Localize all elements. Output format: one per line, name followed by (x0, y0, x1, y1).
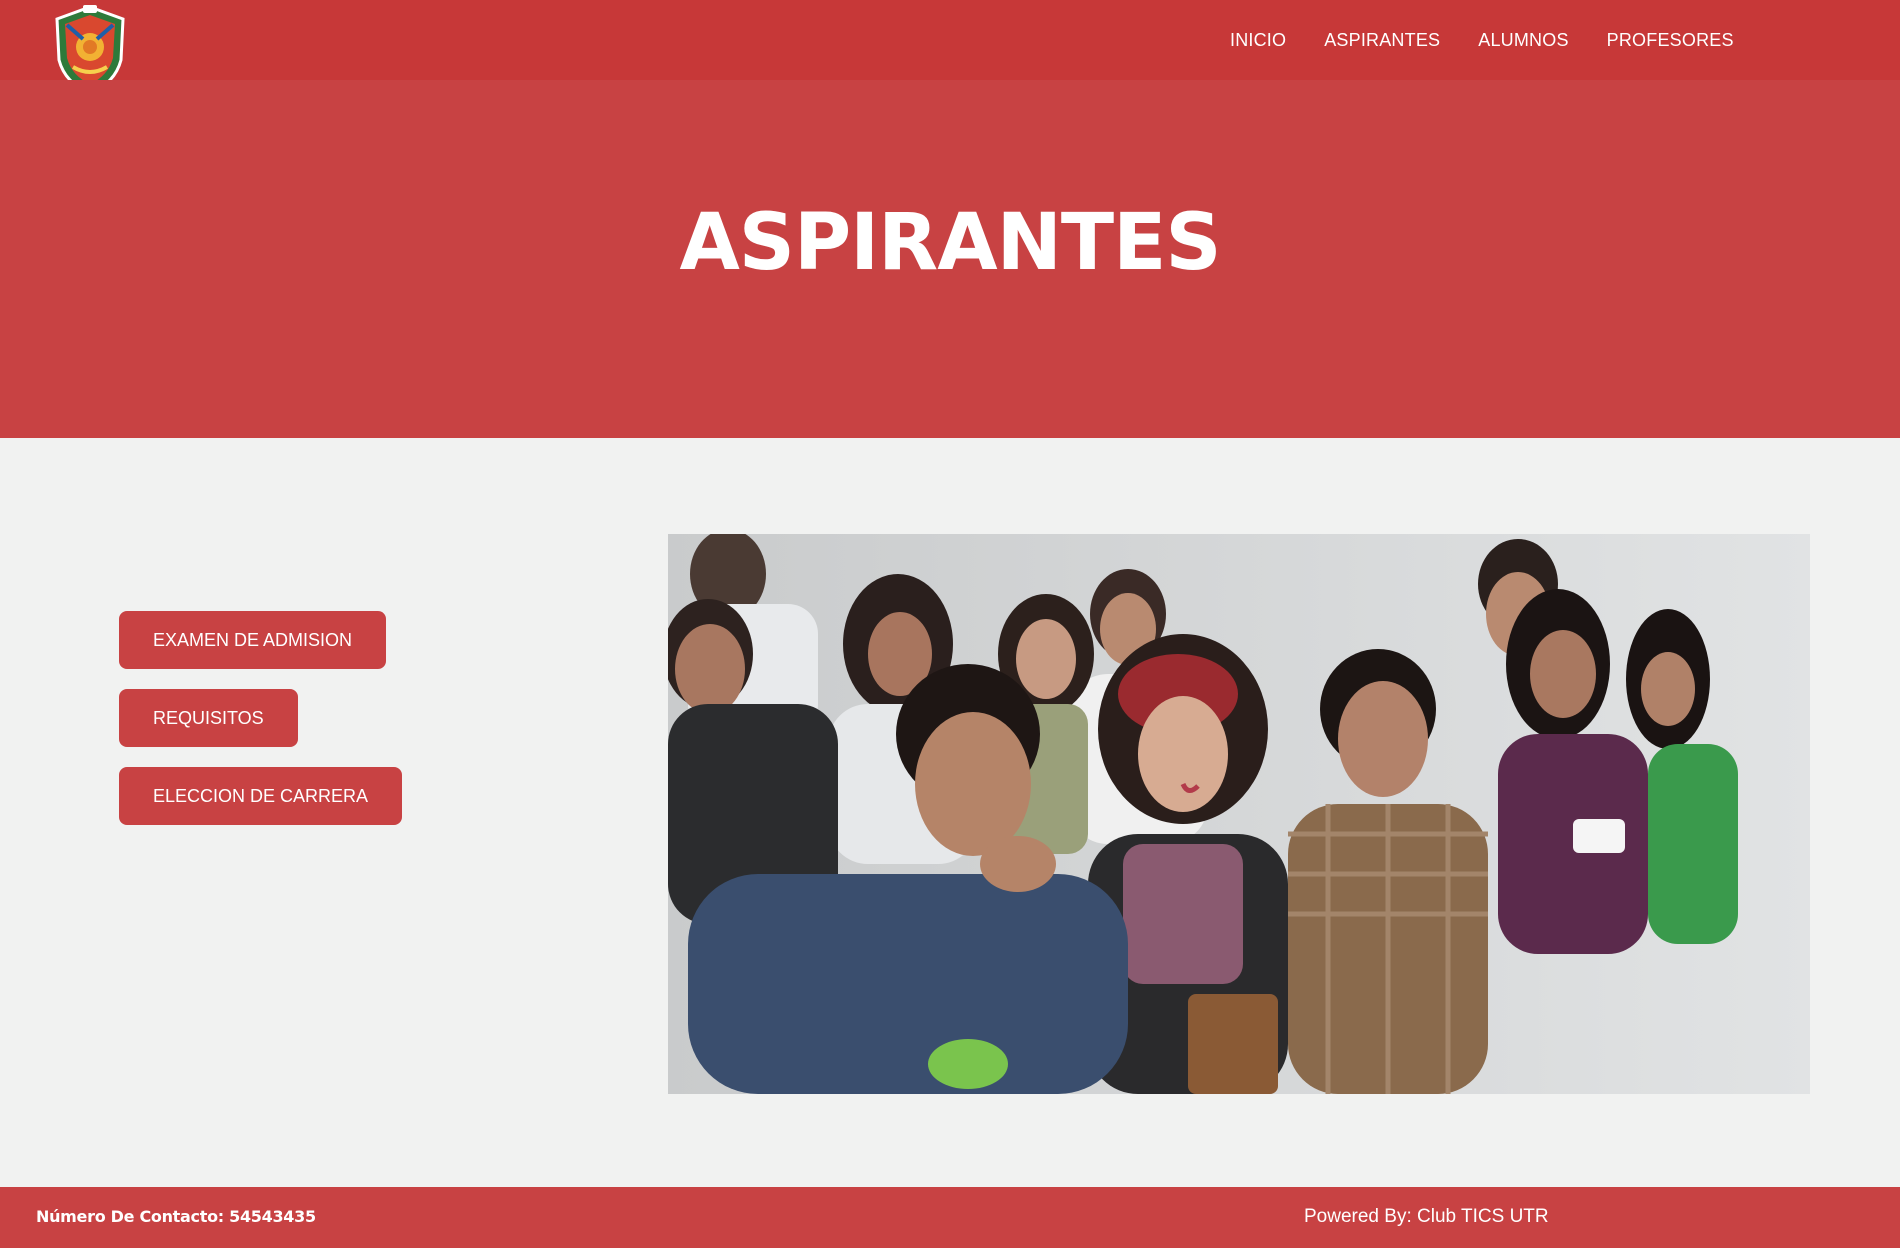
footer: Número De Contacto: 54543435 Powered By:… (0, 1187, 1900, 1248)
aspirantes-menu: EXAMEN DE ADMISION REQUISITOS ELECCION D… (119, 611, 403, 845)
nav-alumnos[interactable]: ALUMNOS (1478, 30, 1568, 51)
main-nav: INICIO ASPIRANTES ALUMNOS PROFESORES (1230, 30, 1772, 51)
eleccion-carrera-button[interactable]: ELECCION DE CARRERA (119, 767, 403, 825)
contact-number: Número De Contacto: 54543435 (36, 1207, 316, 1226)
students-photo (668, 534, 1810, 1094)
page-title: ASPIRANTES (679, 198, 1221, 288)
requisitos-button[interactable]: REQUISITOS (119, 689, 298, 747)
nav-aspirantes[interactable]: ASPIRANTES (1324, 30, 1440, 51)
nav-inicio[interactable]: INICIO (1230, 30, 1286, 51)
powered-by: Powered By: Club TICS UTR (1304, 1206, 1549, 1227)
hero-banner: ASPIRANTES (0, 80, 1900, 438)
examen-admision-button[interactable]: EXAMEN DE ADMISION (119, 611, 387, 669)
top-navbar: INICIO ASPIRANTES ALUMNOS PROFESORES (0, 0, 1900, 95)
nav-profesores[interactable]: PROFESORES (1607, 30, 1734, 51)
page: INICIO ASPIRANTES ALUMNOS PROFESORES ASP… (0, 0, 1900, 1248)
